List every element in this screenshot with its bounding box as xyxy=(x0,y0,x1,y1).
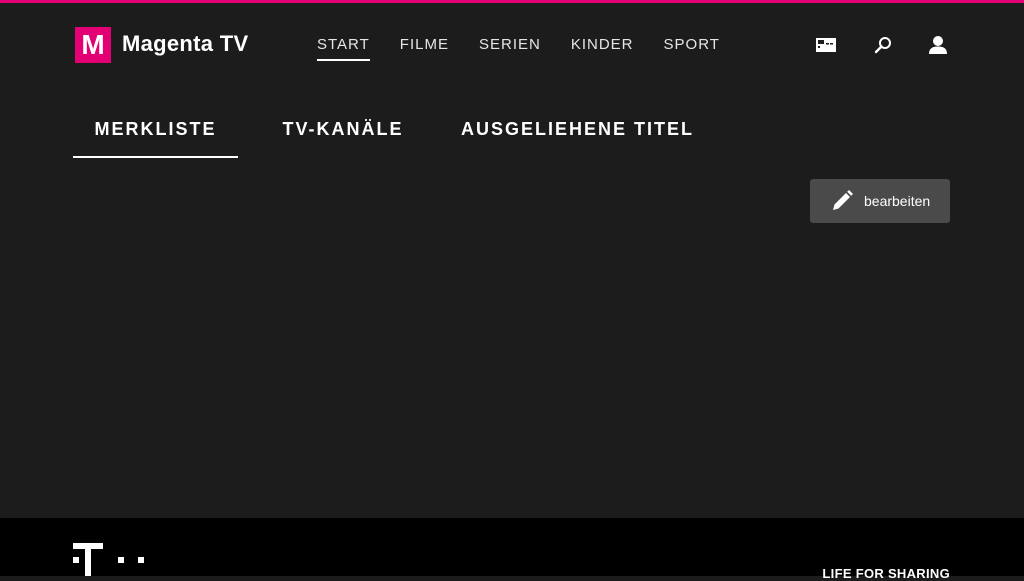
main-nav: START FILME SERIEN KINDER SPORT xyxy=(317,36,750,61)
brand-top-line xyxy=(0,0,1024,3)
remote-icon[interactable] xyxy=(815,34,837,56)
app-title[interactable]: Magenta TV xyxy=(122,31,248,57)
tab-merkliste[interactable]: MERKLISTE xyxy=(73,110,238,158)
logo-letter: M xyxy=(81,29,105,60)
nav-item-sport[interactable]: SPORT xyxy=(664,36,720,53)
pencil-icon xyxy=(830,189,854,213)
nav-item-kinder[interactable]: KINDER xyxy=(571,36,634,53)
footer: LIFE FOR SHARING xyxy=(0,518,1024,581)
user-icon[interactable] xyxy=(927,34,949,56)
telekom-logo[interactable] xyxy=(72,543,148,581)
tab-tv-kanaele[interactable]: TV-KANÄLE xyxy=(278,110,408,158)
tab-ausgeliehene-titel[interactable]: AUSGELIEHENE TITEL xyxy=(461,110,692,158)
magenta-tv-logo[interactable]: M xyxy=(75,27,111,63)
edit-button-label: bearbeiten xyxy=(864,193,931,209)
search-icon[interactable] xyxy=(872,34,894,56)
edit-button[interactable]: bearbeiten xyxy=(810,179,950,223)
footer-slogan: LIFE FOR SHARING xyxy=(822,566,950,581)
nav-item-filme[interactable]: FILME xyxy=(400,36,449,53)
nav-item-serien[interactable]: SERIEN xyxy=(479,36,541,53)
nav-item-start[interactable]: START xyxy=(317,36,370,61)
